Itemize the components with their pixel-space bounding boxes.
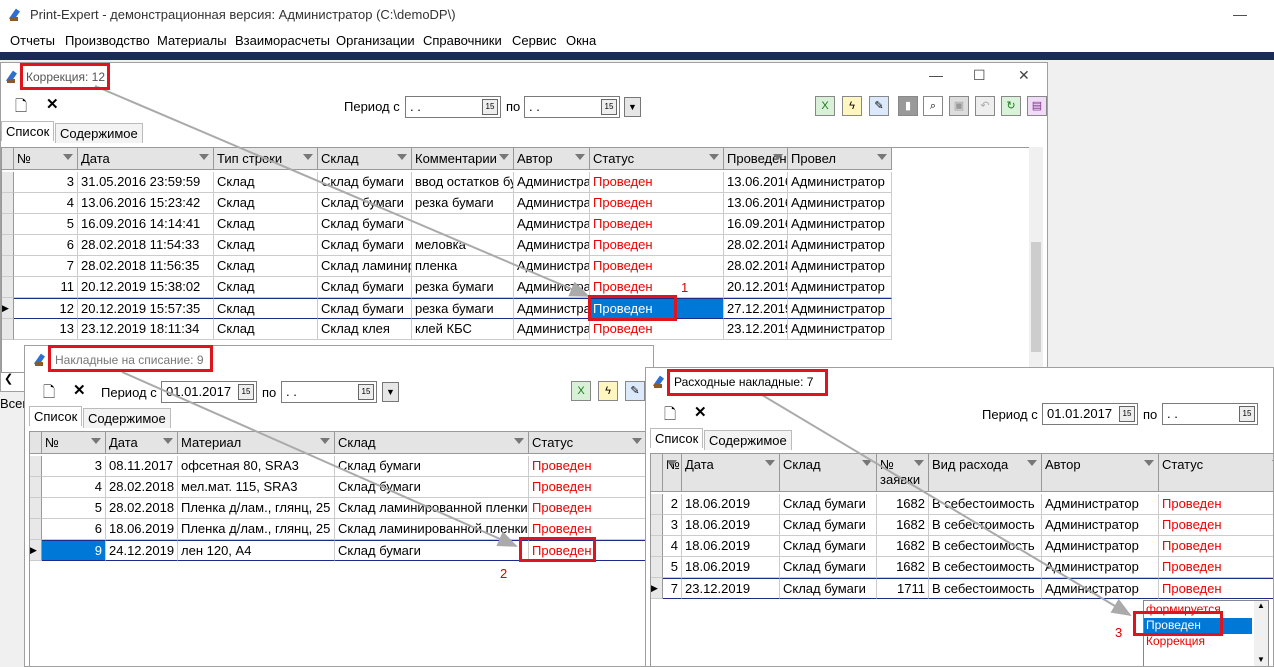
- annotation-arrows: [94, 85, 1132, 617]
- annotation-label-1: 1: [681, 280, 689, 295]
- annotation-label-2: 2: [500, 566, 508, 581]
- annotation-label-3: 3: [1115, 625, 1123, 640]
- arrow-1: [94, 85, 590, 297]
- arrow-3: [761, 394, 1132, 617]
- arrow-2: [121, 371, 518, 547]
